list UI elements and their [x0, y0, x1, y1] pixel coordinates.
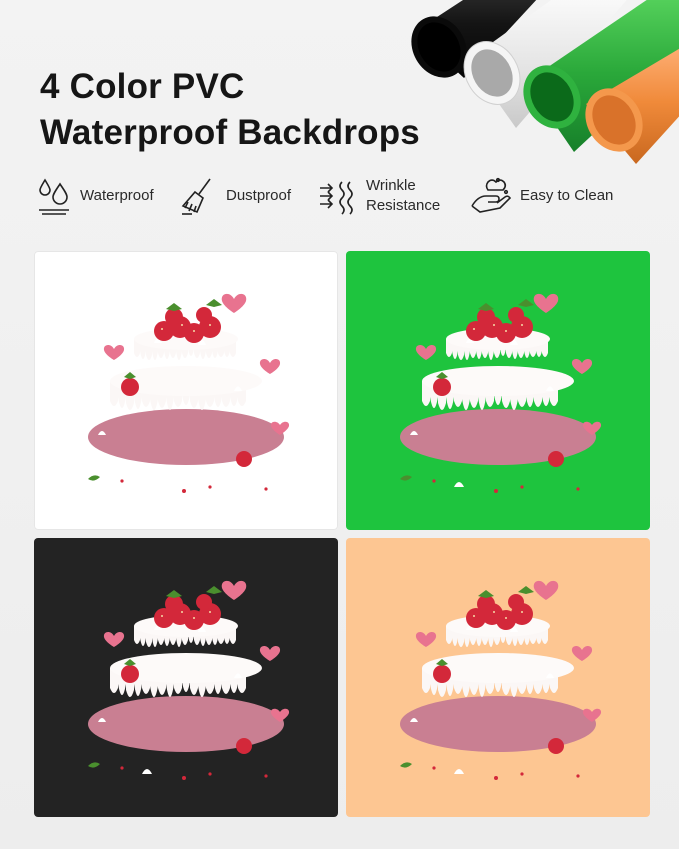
- feature-label-line-2: Resistance: [366, 197, 441, 214]
- green-backdrop-panel: [346, 251, 650, 530]
- water-drops-icon: [39, 178, 69, 215]
- feature-label: Easy to Clean: [520, 187, 614, 204]
- feature-label: Dustproof: [226, 187, 292, 204]
- feature-easy-to-clean: Easy to Clean: [468, 170, 613, 222]
- hand-cleaning-icon: [471, 177, 512, 213]
- feature-label: Waterproof: [80, 187, 154, 204]
- page-title: 4 Color PVC Waterproof Backdrops: [40, 64, 420, 156]
- white-backdrop-panel: [34, 251, 338, 530]
- orange-backdrop-panel: [346, 538, 650, 817]
- wrinkle-icon: [320, 181, 353, 215]
- feature-waterproof: Waterproof: [36, 170, 154, 222]
- feature-dustproof: Dustproof: [180, 170, 291, 222]
- black-backdrop-panel: [34, 538, 338, 817]
- feature-label-line-1: Wrinkle: [366, 177, 416, 194]
- backdrop-rolls-image: [411, 0, 679, 164]
- cake-image: [88, 580, 290, 780]
- feature-label: Wrinkle Resistance: [366, 176, 440, 216]
- cake-image: [88, 293, 290, 493]
- feature-wrinkle-resistance: Wrinkle Resistance: [318, 170, 440, 222]
- cake-image: [400, 293, 602, 493]
- title-line-1: 4 Color PVC: [40, 67, 245, 106]
- feature-list: Waterproof Dustproof Wrinkle Resistance …: [36, 170, 646, 222]
- backdrop-color-grid: [34, 251, 650, 819]
- cake-image: [400, 580, 602, 780]
- brush-icon: [181, 178, 211, 215]
- title-line-2: Waterproof Backdrops: [40, 113, 420, 152]
